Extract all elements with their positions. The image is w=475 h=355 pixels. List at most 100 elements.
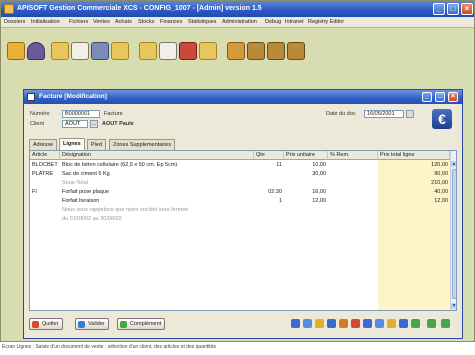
cell-qte[interactable] [254,215,284,224]
cell-designation[interactable]: Sac de ciment 5 Kg [60,170,254,179]
cell-prix-unitaire[interactable]: 16,00 [284,188,328,197]
cell-prix-total[interactable] [378,206,450,215]
cell-article[interactable]: PLATRE [30,170,60,179]
menu-intranet[interactable]: Intranet [285,19,304,25]
column-header-prix-total[interactable]: Prix total ligne [378,151,450,160]
group-icon[interactable] [287,42,305,60]
euro-currency-icon[interactable]: € [432,109,452,129]
child-minimize-button[interactable]: _ [422,92,432,102]
group-icon[interactable] [267,42,285,60]
calendar-icon[interactable] [406,110,414,118]
tab-pied[interactable]: Pied [87,139,107,150]
warning-icon[interactable] [7,42,25,60]
previous-icon[interactable] [427,319,436,328]
column-header-article[interactable]: Article [30,151,60,160]
vertical-scrollbar[interactable]: ▲ ▼ [450,151,456,310]
cell-remise[interactable] [328,170,378,179]
table-row[interactable]: PLATRE Sac de ciment 5 Kg 30,00 90,00 [30,170,450,179]
column-header-prix-unitaire[interactable]: Prix unitaire [284,151,328,160]
client-lookup-button[interactable]: … [90,120,98,128]
table-row[interactable]: Nous vous rappelons que notre société se… [30,206,450,215]
menu-debug[interactable]: Debug [265,19,281,25]
cell-article[interactable] [30,215,60,224]
user-icon[interactable] [27,42,45,60]
client-code-field[interactable]: AOUT [62,120,88,128]
menu-registry-editor[interactable]: Registry Editor [308,19,344,25]
cell-qte[interactable] [254,206,284,215]
column-header-designation[interactable]: Désignation [60,151,254,160]
calculator-icon[interactable] [399,319,408,328]
cell-prix-total[interactable]: 40,00 [378,188,450,197]
document-icon[interactable] [387,319,396,328]
table-row[interactable]: Sous-Total 210,00 [30,179,450,188]
cell-article[interactable] [30,179,60,188]
grid-icon[interactable] [303,319,312,328]
insert-icon[interactable] [363,319,372,328]
cell-qte[interactable]: 1 [254,197,284,206]
cell-remise[interactable] [328,161,378,170]
next-icon[interactable] [441,319,450,328]
cell-remise[interactable] [328,179,378,188]
column-header-qte[interactable]: Qte [254,151,284,160]
cell-designation[interactable]: Forfait livraison [60,197,254,206]
menu-initialisation[interactable]: Initialisation [31,19,60,25]
child-close-button[interactable]: × [448,92,458,102]
cell-prix-unitaire[interactable] [284,206,328,215]
cell-designation[interactable]: Forfait pose plaque [60,188,254,197]
document-icon[interactable] [71,42,89,60]
cell-qte[interactable] [254,179,284,188]
cell-remise[interactable] [328,215,378,224]
stats-icon[interactable] [411,319,420,328]
cell-remise[interactable] [328,197,378,206]
scrollbar-thumb[interactable] [452,169,456,299]
menu-administration[interactable]: Administration [222,19,257,25]
menu-stocks[interactable]: Stocks [138,19,155,25]
table-row[interactable]: FI Forfait pose plaque 02:30 16,00 40,00 [30,188,450,197]
tab-lignes[interactable]: Lignes [59,138,85,150]
chart-icon[interactable] [179,42,197,60]
cell-prix-total[interactable]: 12,00 [378,197,450,206]
folder-icon[interactable] [139,42,157,60]
scroll-down-icon[interactable]: ▼ [451,303,456,309]
folder-icon[interactable] [315,319,324,328]
list-icon[interactable] [327,319,336,328]
cell-prix-unitaire[interactable]: 30,00 [284,170,328,179]
cell-article[interactable] [30,206,60,215]
cell-prix-unitaire[interactable]: 12,00 [284,197,328,206]
folder-icon[interactable] [51,42,69,60]
table-row[interactable]: du 01/08/02 au 30/08/02 [30,215,450,224]
menu-achats[interactable]: Achats [115,19,132,25]
cell-prix-unitaire[interactable] [284,215,328,224]
validate-button[interactable]: Valider [75,318,109,330]
child-maximize-button[interactable]: □ [435,92,445,102]
cell-prix-total[interactable]: 210,00 [378,179,450,188]
cell-qte[interactable]: 02:30 [254,188,284,197]
cell-remise[interactable] [328,188,378,197]
settings-icon[interactable] [227,42,245,60]
cell-qte[interactable] [254,170,284,179]
copy-icon[interactable] [375,319,384,328]
table-row[interactable]: Forfait livraison 1 12,00 12,00 [30,197,450,206]
folder-icon[interactable] [111,42,129,60]
cell-remise[interactable] [328,206,378,215]
tab-zones-supplementaires[interactable]: Zones Supplementaires [109,139,176,150]
cell-article[interactable]: BLOCBET [30,161,60,170]
tab-adresse[interactable]: Adresse [29,139,58,150]
cell-designation[interactable]: Bloc de béton cellulaire (62,5 x 50 cm. … [60,161,254,170]
cell-designation[interactable]: Nous vous rappelons que notre société se… [60,206,254,215]
numero-field[interactable]: B0000001 [62,110,100,118]
complement-button[interactable]: Complément [117,318,166,330]
menu-statistiques[interactable]: Statistiques [188,19,216,25]
quit-button[interactable]: Quitter [29,318,63,330]
menu-ventes[interactable]: Ventes [93,19,110,25]
delete-icon[interactable] [351,319,360,328]
scroll-up-icon[interactable]: ▲ [451,161,456,167]
menu-dossiers[interactable]: Dossiers [4,19,25,25]
cell-qte[interactable]: 11 [254,161,284,170]
date-field[interactable]: 16/05/2001 [364,110,404,118]
document-icon[interactable] [159,42,177,60]
minimize-button[interactable]: _ [433,3,445,15]
column-header-remise[interactable]: % Rem. [328,151,378,160]
cell-designation[interactable]: du 01/08/02 au 30/08/02 [60,215,254,224]
table-row[interactable]: BLOCBET Bloc de béton cellulaire (62,5 x … [30,161,450,170]
